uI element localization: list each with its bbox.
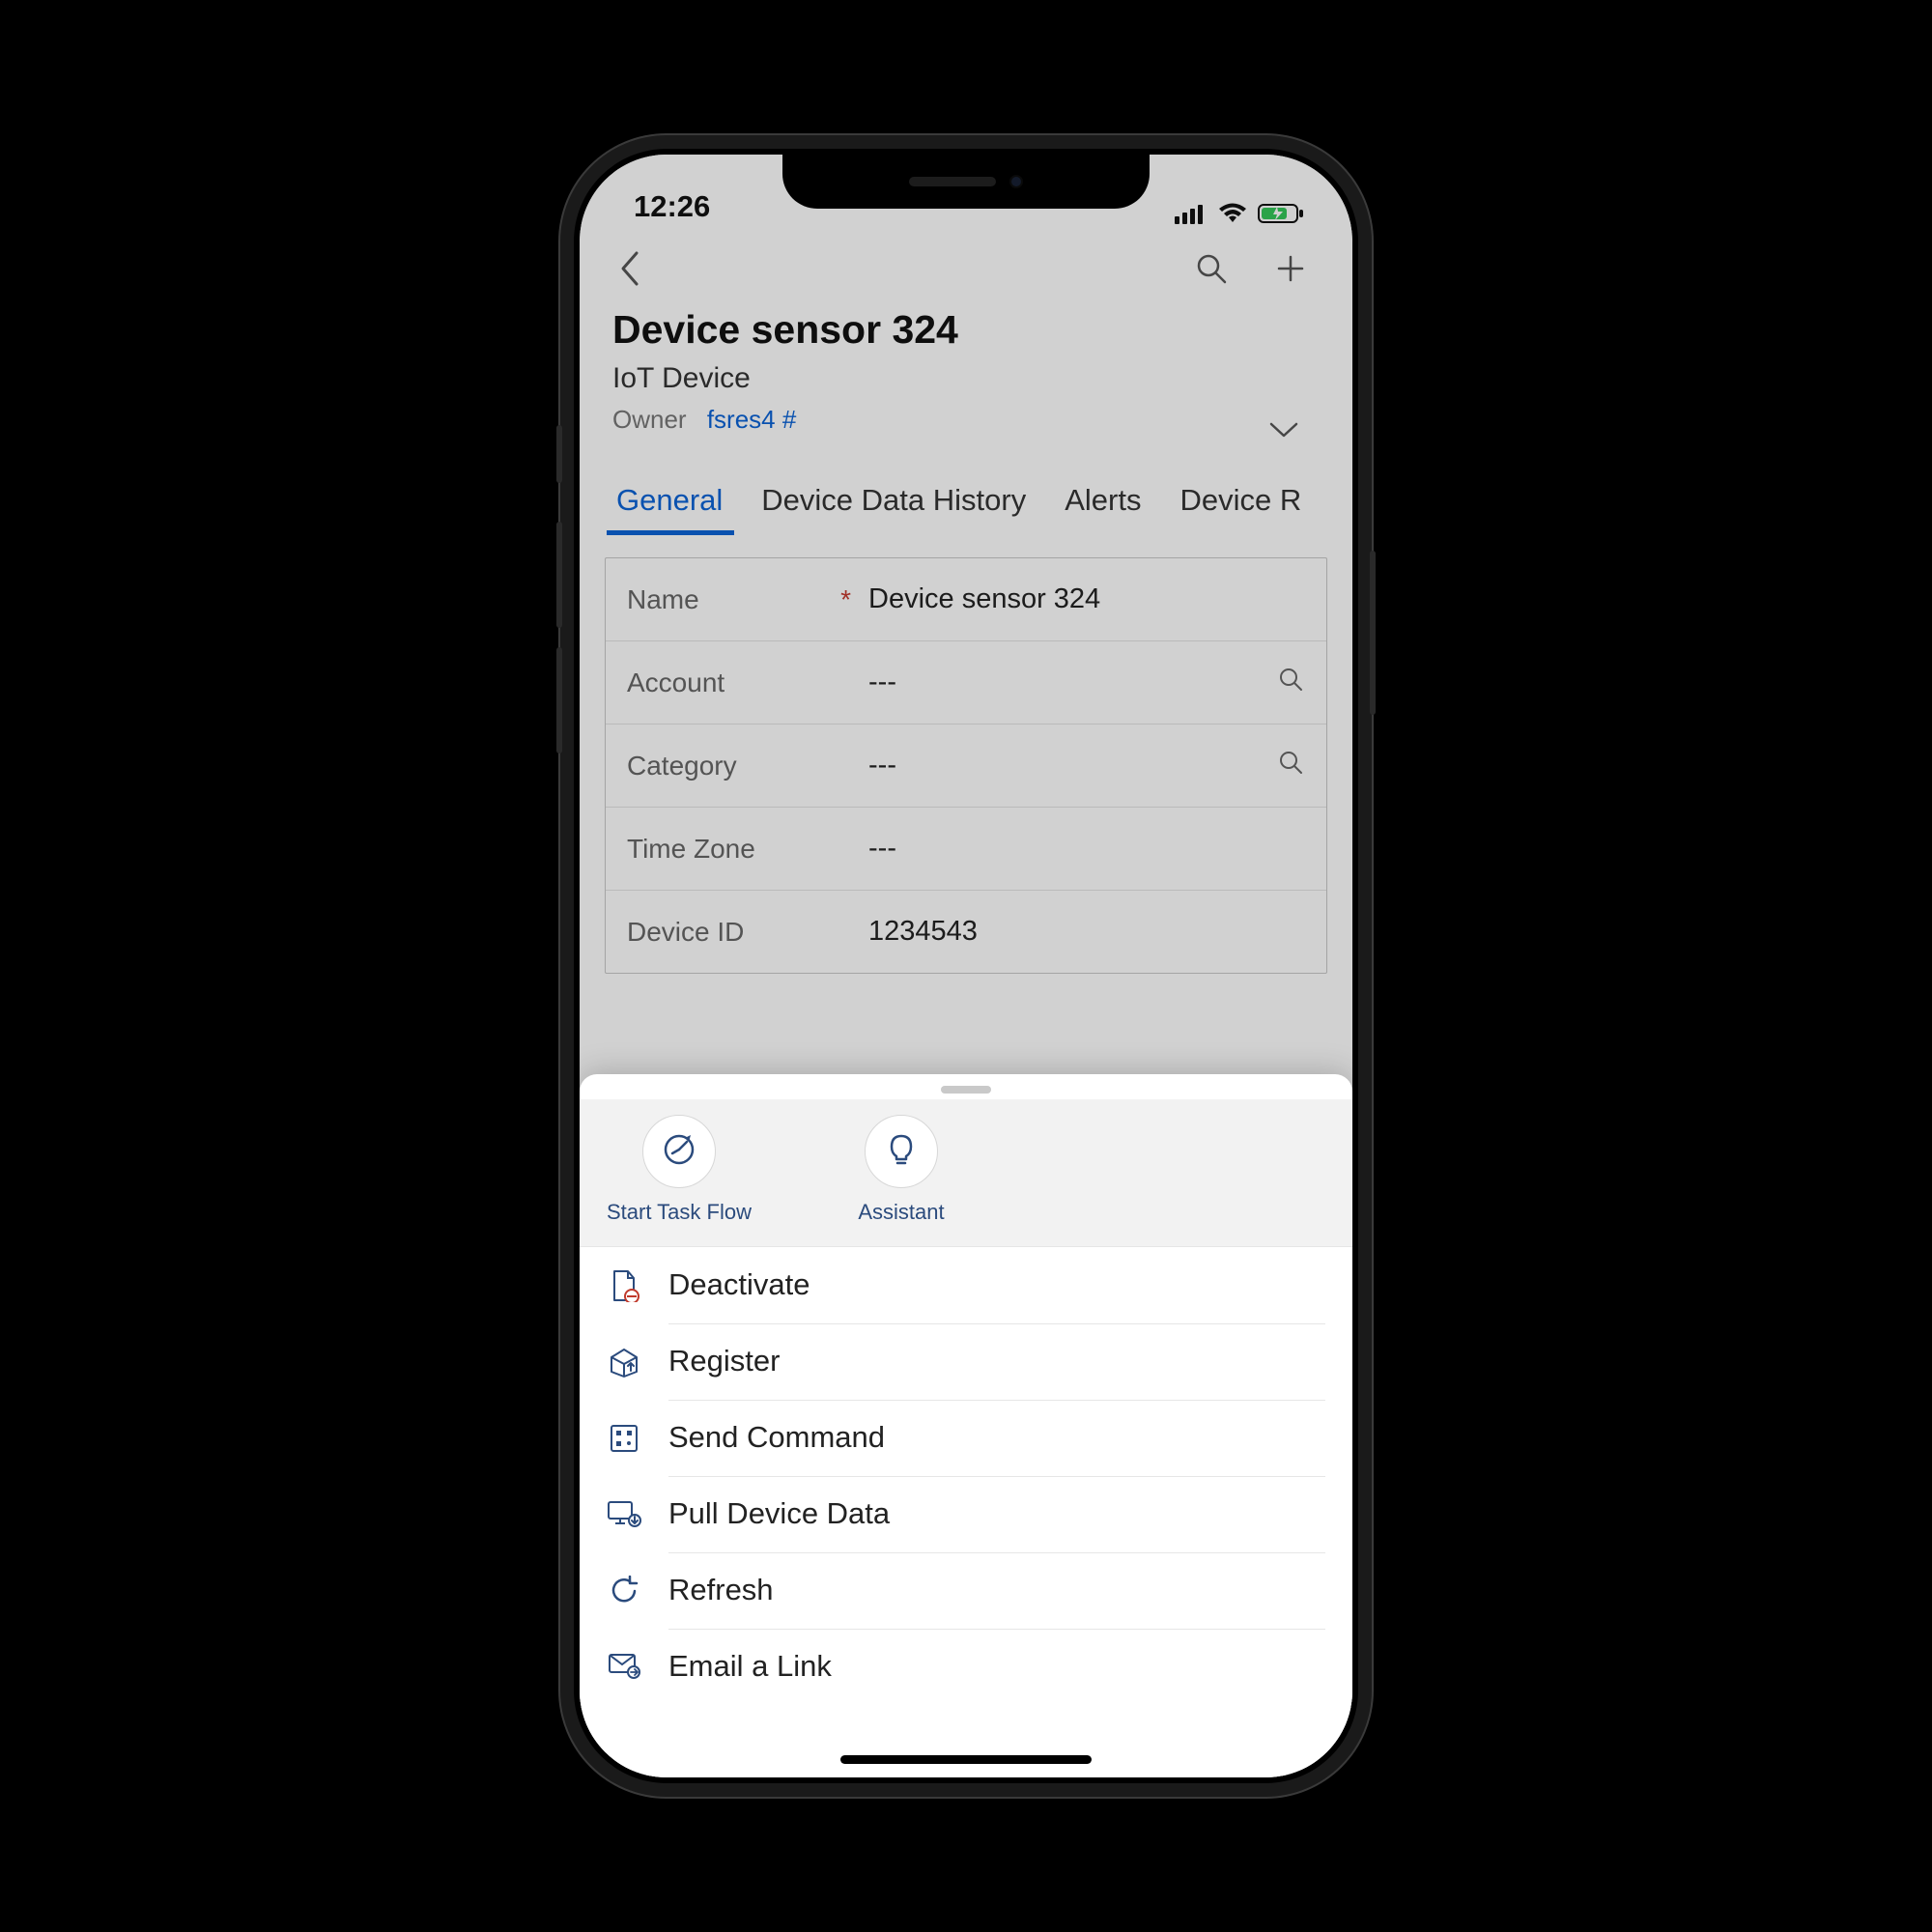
field-value: --- [868, 833, 1305, 865]
field-value: 1234543 [868, 916, 1305, 948]
action-register[interactable]: Register [580, 1323, 1352, 1400]
deactivate-icon [607, 1268, 641, 1303]
action-refresh[interactable]: Refresh [580, 1552, 1352, 1629]
register-icon [607, 1345, 641, 1379]
phone-frame: 12:26 [560, 135, 1372, 1797]
action-email-link[interactable]: Email a Link [580, 1629, 1352, 1704]
action-send-command[interactable]: Send Command [580, 1400, 1352, 1476]
expand-header-button[interactable] [1267, 420, 1300, 446]
record-header: Device sensor 324 IoT Device Owner fsres… [580, 307, 1352, 452]
power-btn [1370, 551, 1376, 715]
email-icon [607, 1649, 641, 1684]
action-label: Register [668, 1344, 1325, 1401]
battery-icon [1258, 203, 1306, 224]
volume-down-btn [556, 647, 562, 753]
action-label: Email a Link [668, 1649, 1325, 1705]
mute-switch [556, 425, 562, 483]
field-account[interactable]: Account --- [606, 641, 1326, 724]
action-deactivate[interactable]: Deactivate [580, 1247, 1352, 1323]
action-sheet: Start Task Flow Assistant [580, 1074, 1352, 1777]
lookup-icon[interactable] [1278, 750, 1305, 781]
nav-bar [580, 230, 1352, 307]
back-button[interactable] [607, 245, 653, 292]
action-list: Deactivate Register Send C [580, 1247, 1352, 1777]
owner-link[interactable]: fsres4 # [707, 405, 797, 434]
tabs: General Device Data History Alerts Devic… [580, 452, 1352, 536]
tab-device-r[interactable]: Device R [1170, 471, 1330, 535]
screen: 12:26 [580, 155, 1352, 1777]
bulb-icon [882, 1130, 921, 1174]
field-label: Account [627, 668, 724, 698]
lookup-icon[interactable] [1278, 667, 1305, 698]
field-value: --- [868, 667, 1278, 698]
field-label: Device ID [627, 917, 744, 948]
quick-action-assistant[interactable]: Assistant [829, 1115, 974, 1225]
command-icon [607, 1421, 641, 1456]
gauge-icon [660, 1130, 698, 1174]
action-label: Send Command [668, 1420, 1325, 1477]
quick-actions: Start Task Flow Assistant [580, 1099, 1352, 1247]
pull-icon [607, 1497, 641, 1532]
page-subtitle: IoT Device [612, 362, 1320, 395]
required-marker: * [840, 584, 868, 615]
action-label: Refresh [668, 1573, 1325, 1630]
action-label: Deactivate [668, 1267, 1325, 1324]
field-value: Device sensor 324 [868, 583, 1305, 615]
quick-action-start-task-flow[interactable]: Start Task Flow [607, 1115, 752, 1225]
signal-icon [1175, 203, 1208, 224]
field-timezone[interactable]: Time Zone --- [606, 808, 1326, 891]
wifi-icon [1217, 203, 1248, 224]
tab-general[interactable]: General [607, 471, 752, 535]
status-time: 12:26 [634, 189, 710, 224]
field-category[interactable]: Category --- [606, 724, 1326, 808]
notch [782, 155, 1150, 209]
field-deviceid[interactable]: Device ID 1234543 [606, 891, 1326, 973]
add-button[interactable] [1267, 245, 1314, 292]
tab-device-data-history[interactable]: Device Data History [752, 471, 1055, 535]
field-name[interactable]: Name * Device sensor 324 [606, 558, 1326, 641]
action-label: Pull Device Data [668, 1496, 1325, 1553]
refresh-icon [607, 1574, 641, 1608]
sheet-drag-handle[interactable] [580, 1074, 1352, 1099]
owner-label: Owner [612, 405, 687, 434]
action-pull-device-data[interactable]: Pull Device Data [580, 1476, 1352, 1552]
search-button[interactable] [1188, 245, 1235, 292]
home-indicator[interactable] [840, 1755, 1092, 1764]
field-value: --- [868, 750, 1278, 781]
quick-action-label: Assistant [858, 1200, 944, 1225]
field-label: Name [627, 584, 699, 615]
form-card: Name * Device sensor 324 Account --- Cate… [605, 557, 1327, 974]
quick-action-label: Start Task Flow [607, 1200, 752, 1225]
field-label: Time Zone [627, 834, 755, 865]
field-label: Category [627, 751, 737, 781]
tab-alerts[interactable]: Alerts [1055, 471, 1170, 535]
volume-up-btn [556, 522, 562, 628]
page-title: Device sensor 324 [612, 307, 1320, 353]
